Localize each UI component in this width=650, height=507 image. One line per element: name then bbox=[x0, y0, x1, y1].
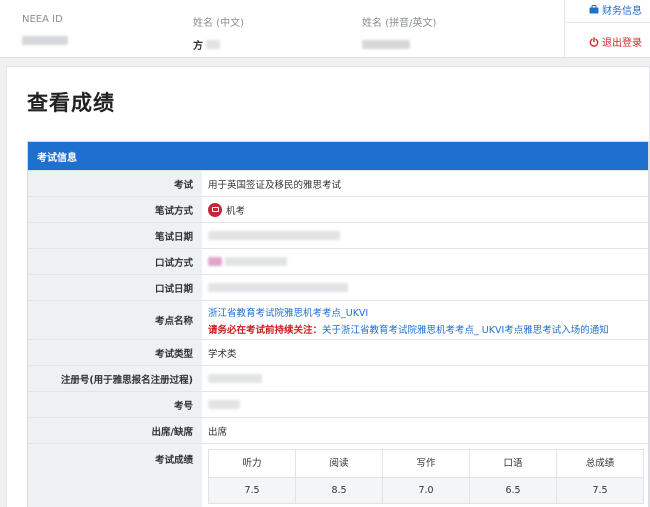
redacted-speaking-mode bbox=[225, 257, 287, 266]
speaking-mode-value bbox=[202, 249, 648, 274]
name-en-block: 姓名 (拼音/英文) bbox=[362, 14, 436, 50]
score-header-writing: 写作 bbox=[382, 450, 469, 477]
score-overall: 7.5 bbox=[556, 477, 643, 503]
exam-value: 用于英国签证及移民的雅思考试 bbox=[208, 179, 342, 191]
candidate-number-label: 考号 bbox=[28, 392, 202, 417]
written-mode-value: 机考 bbox=[202, 197, 648, 222]
notice-prefix: 请务必在考试前持续关注： bbox=[208, 324, 323, 336]
redacted-speaking-icon bbox=[208, 257, 222, 266]
score-reading: 8.5 bbox=[295, 477, 382, 503]
exam-label: 考试 bbox=[28, 171, 202, 196]
redacted-given-name bbox=[206, 39, 220, 49]
row-written-mode: 笔试方式 机考 bbox=[28, 196, 648, 222]
row-speaking-mode: 口试方式 bbox=[28, 248, 648, 274]
redacted-candidate-number bbox=[208, 400, 240, 409]
row-speaking-date: 口试日期 bbox=[28, 274, 648, 300]
speaking-mode-label: 口试方式 bbox=[28, 249, 202, 274]
scores-value: 听力 阅读 写作 口语 总成绩 7.5 8.5 7.0 6.5 7.5 bbox=[202, 444, 648, 507]
row-written-date: 笔试日期 bbox=[28, 222, 648, 248]
speaking-date-label: 口试日期 bbox=[28, 275, 202, 300]
redacted-neea-id bbox=[22, 35, 68, 45]
neea-id-block: NEEA ID bbox=[22, 14, 68, 46]
written-date-value bbox=[202, 223, 648, 248]
candidate-number-value bbox=[202, 392, 648, 417]
speaking-date-value bbox=[202, 275, 648, 300]
logout-label: 退出登录 bbox=[602, 38, 642, 49]
registration-number-value bbox=[202, 366, 648, 391]
score-table-header: 听力 阅读 写作 口语 总成绩 bbox=[209, 450, 643, 477]
written-date-label: 笔试日期 bbox=[28, 223, 202, 248]
registration-number-label: 注册号(用于雅思报名注册过程) bbox=[28, 366, 202, 391]
name-cn-label: 姓名 (中文) bbox=[193, 18, 244, 29]
links-divider bbox=[565, 22, 650, 23]
row-registration-number: 注册号(用于雅思报名注册过程) bbox=[28, 365, 648, 391]
test-center-label: 考点名称 bbox=[28, 301, 202, 339]
score-header-reading: 阅读 bbox=[295, 450, 382, 477]
score-header-speaking: 口语 bbox=[469, 450, 556, 477]
score-header-overall: 总成绩 bbox=[556, 450, 643, 477]
briefcase-icon bbox=[589, 5, 599, 14]
attendance-label: 出席/缺席 bbox=[28, 418, 202, 443]
row-candidate-number: 考号 bbox=[28, 391, 648, 417]
name-en-label: 姓名 (拼音/英文) bbox=[362, 18, 437, 29]
finance-info-label: 财务信息 bbox=[602, 6, 642, 17]
row-attendance: 出席/缺席 出席 bbox=[28, 417, 648, 443]
power-icon bbox=[589, 36, 599, 47]
test-center-name-link[interactable]: 浙江省教育考试院雅思机考考点_UKVI bbox=[208, 305, 368, 319]
redacted-registration-number bbox=[208, 374, 262, 383]
name-cn-surname: 方 bbox=[193, 40, 203, 52]
score-page-panel: 查看成绩 考试信息 考试 用于英国签证及移民的雅思考试 笔试方式 机考 笔试日期… bbox=[6, 66, 650, 507]
exam-info-header: 考试信息 bbox=[28, 142, 648, 170]
score-writing: 7.0 bbox=[382, 477, 469, 503]
redacted-speaking-date bbox=[208, 283, 348, 292]
redacted-name-en bbox=[362, 39, 410, 49]
row-exam: 考试 用于英国签证及移民的雅思考试 bbox=[28, 170, 648, 196]
name-cn-block: 姓名 (中文) 方 bbox=[193, 14, 244, 52]
score-speaking: 6.5 bbox=[469, 477, 556, 503]
row-test-center: 考点名称 浙江省教育考试院雅思机考考点_UKVI 请务必在考试前持续关注：关于浙… bbox=[28, 300, 648, 339]
name-cn-value: 方 bbox=[193, 38, 244, 52]
finance-info-link[interactable]: 财务信息 bbox=[589, 2, 642, 17]
score-listening: 7.5 bbox=[209, 477, 295, 503]
exam-info-section: 考试信息 考试 用于英国签证及移民的雅思考试 笔试方式 机考 笔试日期 口试方式… bbox=[27, 141, 649, 507]
logout-link[interactable]: 退出登录 bbox=[589, 34, 642, 49]
page-title: 查看成绩 bbox=[27, 91, 115, 115]
score-header-listening: 听力 bbox=[209, 450, 295, 477]
row-exam-type: 考试类型 学术类 bbox=[28, 339, 648, 365]
neea-id-label: NEEA ID bbox=[22, 14, 63, 25]
account-links: 财务信息 退出登录 bbox=[564, 0, 650, 58]
exam-type-value: 学术类 bbox=[208, 348, 237, 360]
row-scores: 考试成绩 听力 阅读 写作 口语 总成绩 7.5 8.5 7.0 6.5 7.5 bbox=[28, 443, 648, 507]
name-en-value bbox=[362, 38, 436, 50]
written-mode-label: 笔试方式 bbox=[28, 197, 202, 222]
redacted-written-date bbox=[208, 231, 340, 240]
score-table: 听力 阅读 写作 口语 总成绩 7.5 8.5 7.0 6.5 7.5 bbox=[208, 449, 644, 504]
exam-type-label: 考试类型 bbox=[28, 340, 202, 365]
candidate-info-bar: NEEA ID 姓名 (中文) 方 姓名 (拼音/英文) 财务信息 退出登录 bbox=[0, 0, 650, 58]
computer-icon bbox=[208, 202, 222, 217]
score-table-values: 7.5 8.5 7.0 6.5 7.5 bbox=[209, 477, 643, 503]
written-mode-text: 机考 bbox=[226, 205, 246, 217]
test-center-value: 浙江省教育考试院雅思机考考点_UKVI 请务必在考试前持续关注：关于浙江省教育考… bbox=[202, 301, 648, 339]
entry-notice-link[interactable]: 关于浙江省教育考试院雅思机考考点_ UKVI考点雅思考试入场的通知 bbox=[322, 325, 609, 336]
test-center-notice: 请务必在考试前持续关注：关于浙江省教育考试院雅思机考考点_ UKVI考点雅思考试… bbox=[208, 322, 609, 336]
scores-label: 考试成绩 bbox=[28, 444, 202, 507]
attendance-value: 出席 bbox=[208, 426, 228, 438]
neea-id-value bbox=[22, 34, 68, 46]
